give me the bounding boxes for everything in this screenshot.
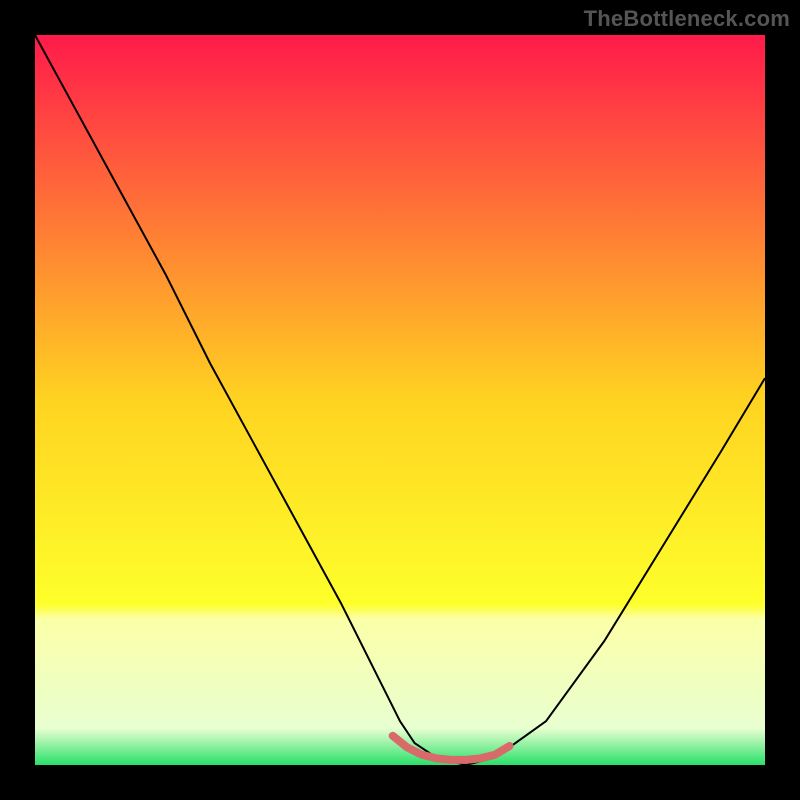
chart-svg xyxy=(35,35,765,765)
watermark-text: TheBottleneck.com xyxy=(584,6,790,32)
gradient-background xyxy=(35,35,765,765)
plot-area xyxy=(35,35,765,765)
chart-stage: TheBottleneck.com xyxy=(0,0,800,800)
